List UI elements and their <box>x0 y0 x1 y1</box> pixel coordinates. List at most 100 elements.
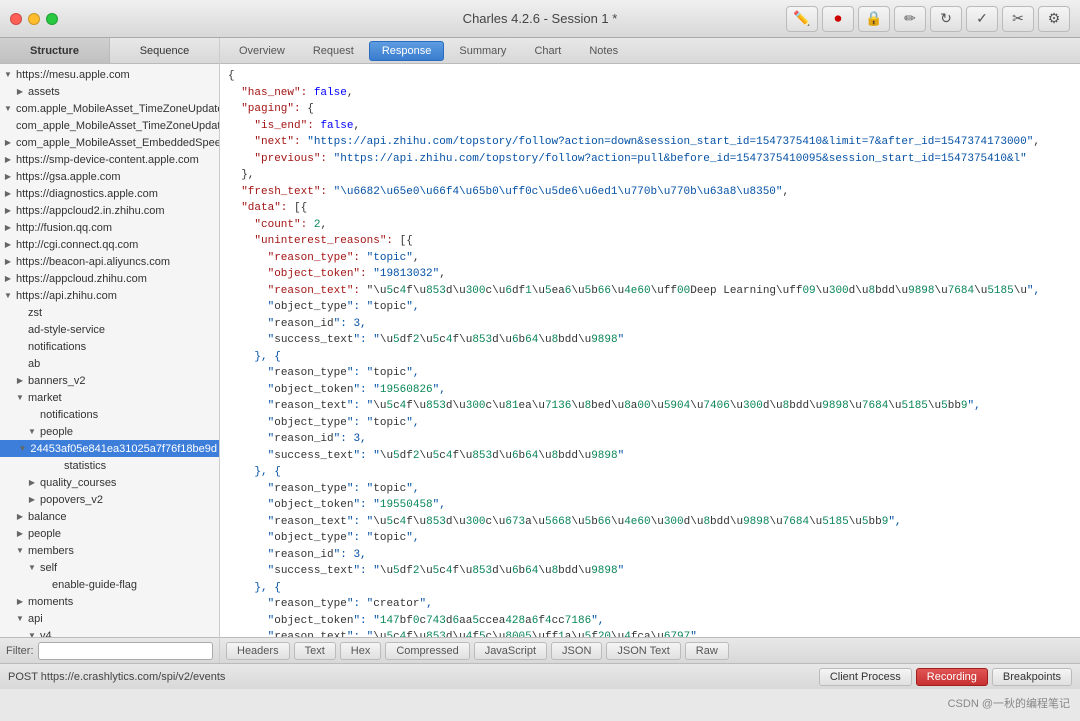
content-tab-response[interactable]: Response <box>369 41 445 61</box>
content-tab-notes[interactable]: Notes <box>576 41 631 61</box>
sidebar-tab-structure[interactable]: Structure <box>0 38 110 63</box>
bottom-tab-json-text[interactable]: JSON Text <box>606 642 680 660</box>
tree-item[interactable]: ▶ quality_courses <box>0 474 219 491</box>
toolbar: ✏️ ⏺ 🔒 ✏ ↻ ✓ ✂ ⚙ <box>786 6 1070 32</box>
json-content[interactable]: { "has_new": false, "paging": { "is_end"… <box>220 64 1080 637</box>
tree-item-label: notifications <box>28 341 86 353</box>
tree-item[interactable]: ▶ popovers_v2 <box>0 491 219 508</box>
tree-toggle <box>26 409 38 421</box>
content-area: OverviewRequestResponseSummaryChartNotes… <box>220 38 1080 663</box>
maximize-button[interactable] <box>46 13 58 25</box>
tree-item[interactable]: ▼ 24453af05e841ea31025a7f76f18be9d <box>0 440 219 457</box>
tree-item[interactable]: ▼ api <box>0 610 219 627</box>
toolbar-btn-4[interactable]: ✏ <box>894 6 926 32</box>
tree-item[interactable]: ▶ http://cgi.connect.qq.com <box>0 236 219 253</box>
close-button[interactable] <box>10 13 22 25</box>
toolbar-btn-5[interactable]: ✂ <box>1002 6 1034 32</box>
content-tab-chart[interactable]: Chart <box>521 41 574 61</box>
minimize-button[interactable] <box>28 13 40 25</box>
tree-toggle: ▶ <box>2 239 14 251</box>
sidebar-tab-sequence[interactable]: Sequence <box>110 38 219 63</box>
tree-item[interactable]: ▶ com_apple_MobileAsset_EmbeddedSpeech <box>0 134 219 151</box>
tree-item-label: https://gsa.apple.com <box>16 171 121 183</box>
recording-btn[interactable]: Recording <box>916 668 988 686</box>
tree-item[interactable]: enable-guide-flag <box>0 576 219 593</box>
content-tab-summary[interactable]: Summary <box>446 41 519 61</box>
tree-toggle: ▶ <box>2 137 14 149</box>
tree-item-label: popovers_v2 <box>40 494 103 506</box>
tree-item[interactable]: ▼ people <box>0 423 219 440</box>
tree-item-label: quality_courses <box>40 477 116 489</box>
bottom-tab-text[interactable]: Text <box>294 642 336 660</box>
toolbar-btn-1[interactable]: ✏️ <box>786 6 818 32</box>
toolbar-btn-3[interactable]: 🔒 <box>858 6 890 32</box>
tree-item[interactable]: notifications <box>0 338 219 355</box>
tree-item-label: https://beacon-api.aliyuncs.com <box>16 256 170 268</box>
tree-item-label: people <box>40 426 73 438</box>
filter-input[interactable] <box>38 642 214 660</box>
tree-item-label: com_apple_MobileAsset_EmbeddedSpeech <box>16 137 219 149</box>
toolbar-btn-settings[interactable]: ⚙ <box>1038 6 1070 32</box>
tree-item[interactable]: ▶ banners_v2 <box>0 372 219 389</box>
tree-toggle: ▶ <box>2 222 14 234</box>
toolbar-btn-refresh[interactable]: ↻ <box>930 6 962 32</box>
tree-item[interactable]: ab <box>0 355 219 372</box>
tree-item[interactable]: ▼ market <box>0 389 219 406</box>
tree-toggle: ▶ <box>14 596 26 608</box>
tree-item[interactable]: ▼ https://mesu.apple.com <box>0 66 219 83</box>
tree-item[interactable]: ▶ https://gsa.apple.com <box>0 168 219 185</box>
tree-toggle <box>38 579 50 591</box>
tree-item-label: zst <box>28 307 42 319</box>
content-tab-overview[interactable]: Overview <box>226 41 298 61</box>
tree-item[interactable]: ▶ http://fusion.qq.com <box>0 219 219 236</box>
tree-item-label: https://smp-device-content.apple.com <box>16 154 199 166</box>
tree-item[interactable]: ▶ https://appcloud2.in.zhihu.com <box>0 202 219 219</box>
tree-item-label: https://diagnostics.apple.com <box>16 188 158 200</box>
content-tab-request[interactable]: Request <box>300 41 367 61</box>
tree-toggle: ▶ <box>14 375 26 387</box>
tree-item[interactable]: ▼ self <box>0 559 219 576</box>
tree-toggle: ▼ <box>26 630 38 638</box>
bottom-tab-javascript[interactable]: JavaScript <box>474 642 547 660</box>
window-title: Charles 4.2.6 - Session 1 * <box>463 11 618 26</box>
toolbar-btn-record[interactable]: ⏺ <box>822 6 854 32</box>
tree-item[interactable]: statistics <box>0 457 219 474</box>
tree-toggle <box>14 324 26 336</box>
tree-item[interactable]: zst <box>0 304 219 321</box>
tree-toggle <box>2 120 14 132</box>
tree-item-label: statistics <box>64 460 106 472</box>
tree-item[interactable]: ▶ https://beacon-api.aliyuncs.com <box>0 253 219 270</box>
tree-item[interactable]: notifications <box>0 406 219 423</box>
tree-item[interactable]: ▼ com.apple_MobileAsset_TimeZoneUpdate <box>0 100 219 117</box>
tree-toggle: ▼ <box>16 443 28 455</box>
breakpoints-btn[interactable]: Breakpoints <box>992 668 1072 686</box>
bottom-tab-headers[interactable]: Headers <box>226 642 290 660</box>
tree-item[interactable]: ▶ balance <box>0 508 219 525</box>
tree-toggle: ▶ <box>2 171 14 183</box>
tree-item[interactable]: ▶ https://appcloud.zhihu.com <box>0 270 219 287</box>
tree-toggle: ▶ <box>26 477 38 489</box>
client-process-btn[interactable]: Client Process <box>819 668 912 686</box>
tree-item[interactable]: ▼ members <box>0 542 219 559</box>
tree-item[interactable]: ▼ https://api.zhihu.com <box>0 287 219 304</box>
tree-item-label: self <box>40 562 57 574</box>
tree-toggle: ▼ <box>14 545 26 557</box>
tree-item[interactable]: ad-style-service <box>0 321 219 338</box>
bottom-tab-raw[interactable]: Raw <box>685 642 729 660</box>
tree-item[interactable]: ▶ people <box>0 525 219 542</box>
tree-item[interactable]: ▶ moments <box>0 593 219 610</box>
tree-item-label: v4 <box>40 630 52 638</box>
toolbar-btn-check[interactable]: ✓ <box>966 6 998 32</box>
tree-item[interactable]: com_apple_MobileAsset_TimeZoneUpdate.xml <box>0 117 219 134</box>
traffic-lights <box>10 13 58 25</box>
tree-item[interactable]: ▶ https://diagnostics.apple.com <box>0 185 219 202</box>
tree-item[interactable]: ▼ v4 <box>0 627 219 637</box>
sidebar-tree[interactable]: ▼ https://mesu.apple.com ▶ assets ▼ com.… <box>0 64 219 637</box>
bottom-tab-hex[interactable]: Hex <box>340 642 382 660</box>
tree-toggle <box>14 358 26 370</box>
bottom-tab-compressed[interactable]: Compressed <box>385 642 469 660</box>
tree-item-label: 24453af05e841ea31025a7f76f18be9d <box>30 443 217 455</box>
tree-item[interactable]: ▶ assets <box>0 83 219 100</box>
tree-item[interactable]: ▶ https://smp-device-content.apple.com <box>0 151 219 168</box>
bottom-tab-json[interactable]: JSON <box>551 642 602 660</box>
